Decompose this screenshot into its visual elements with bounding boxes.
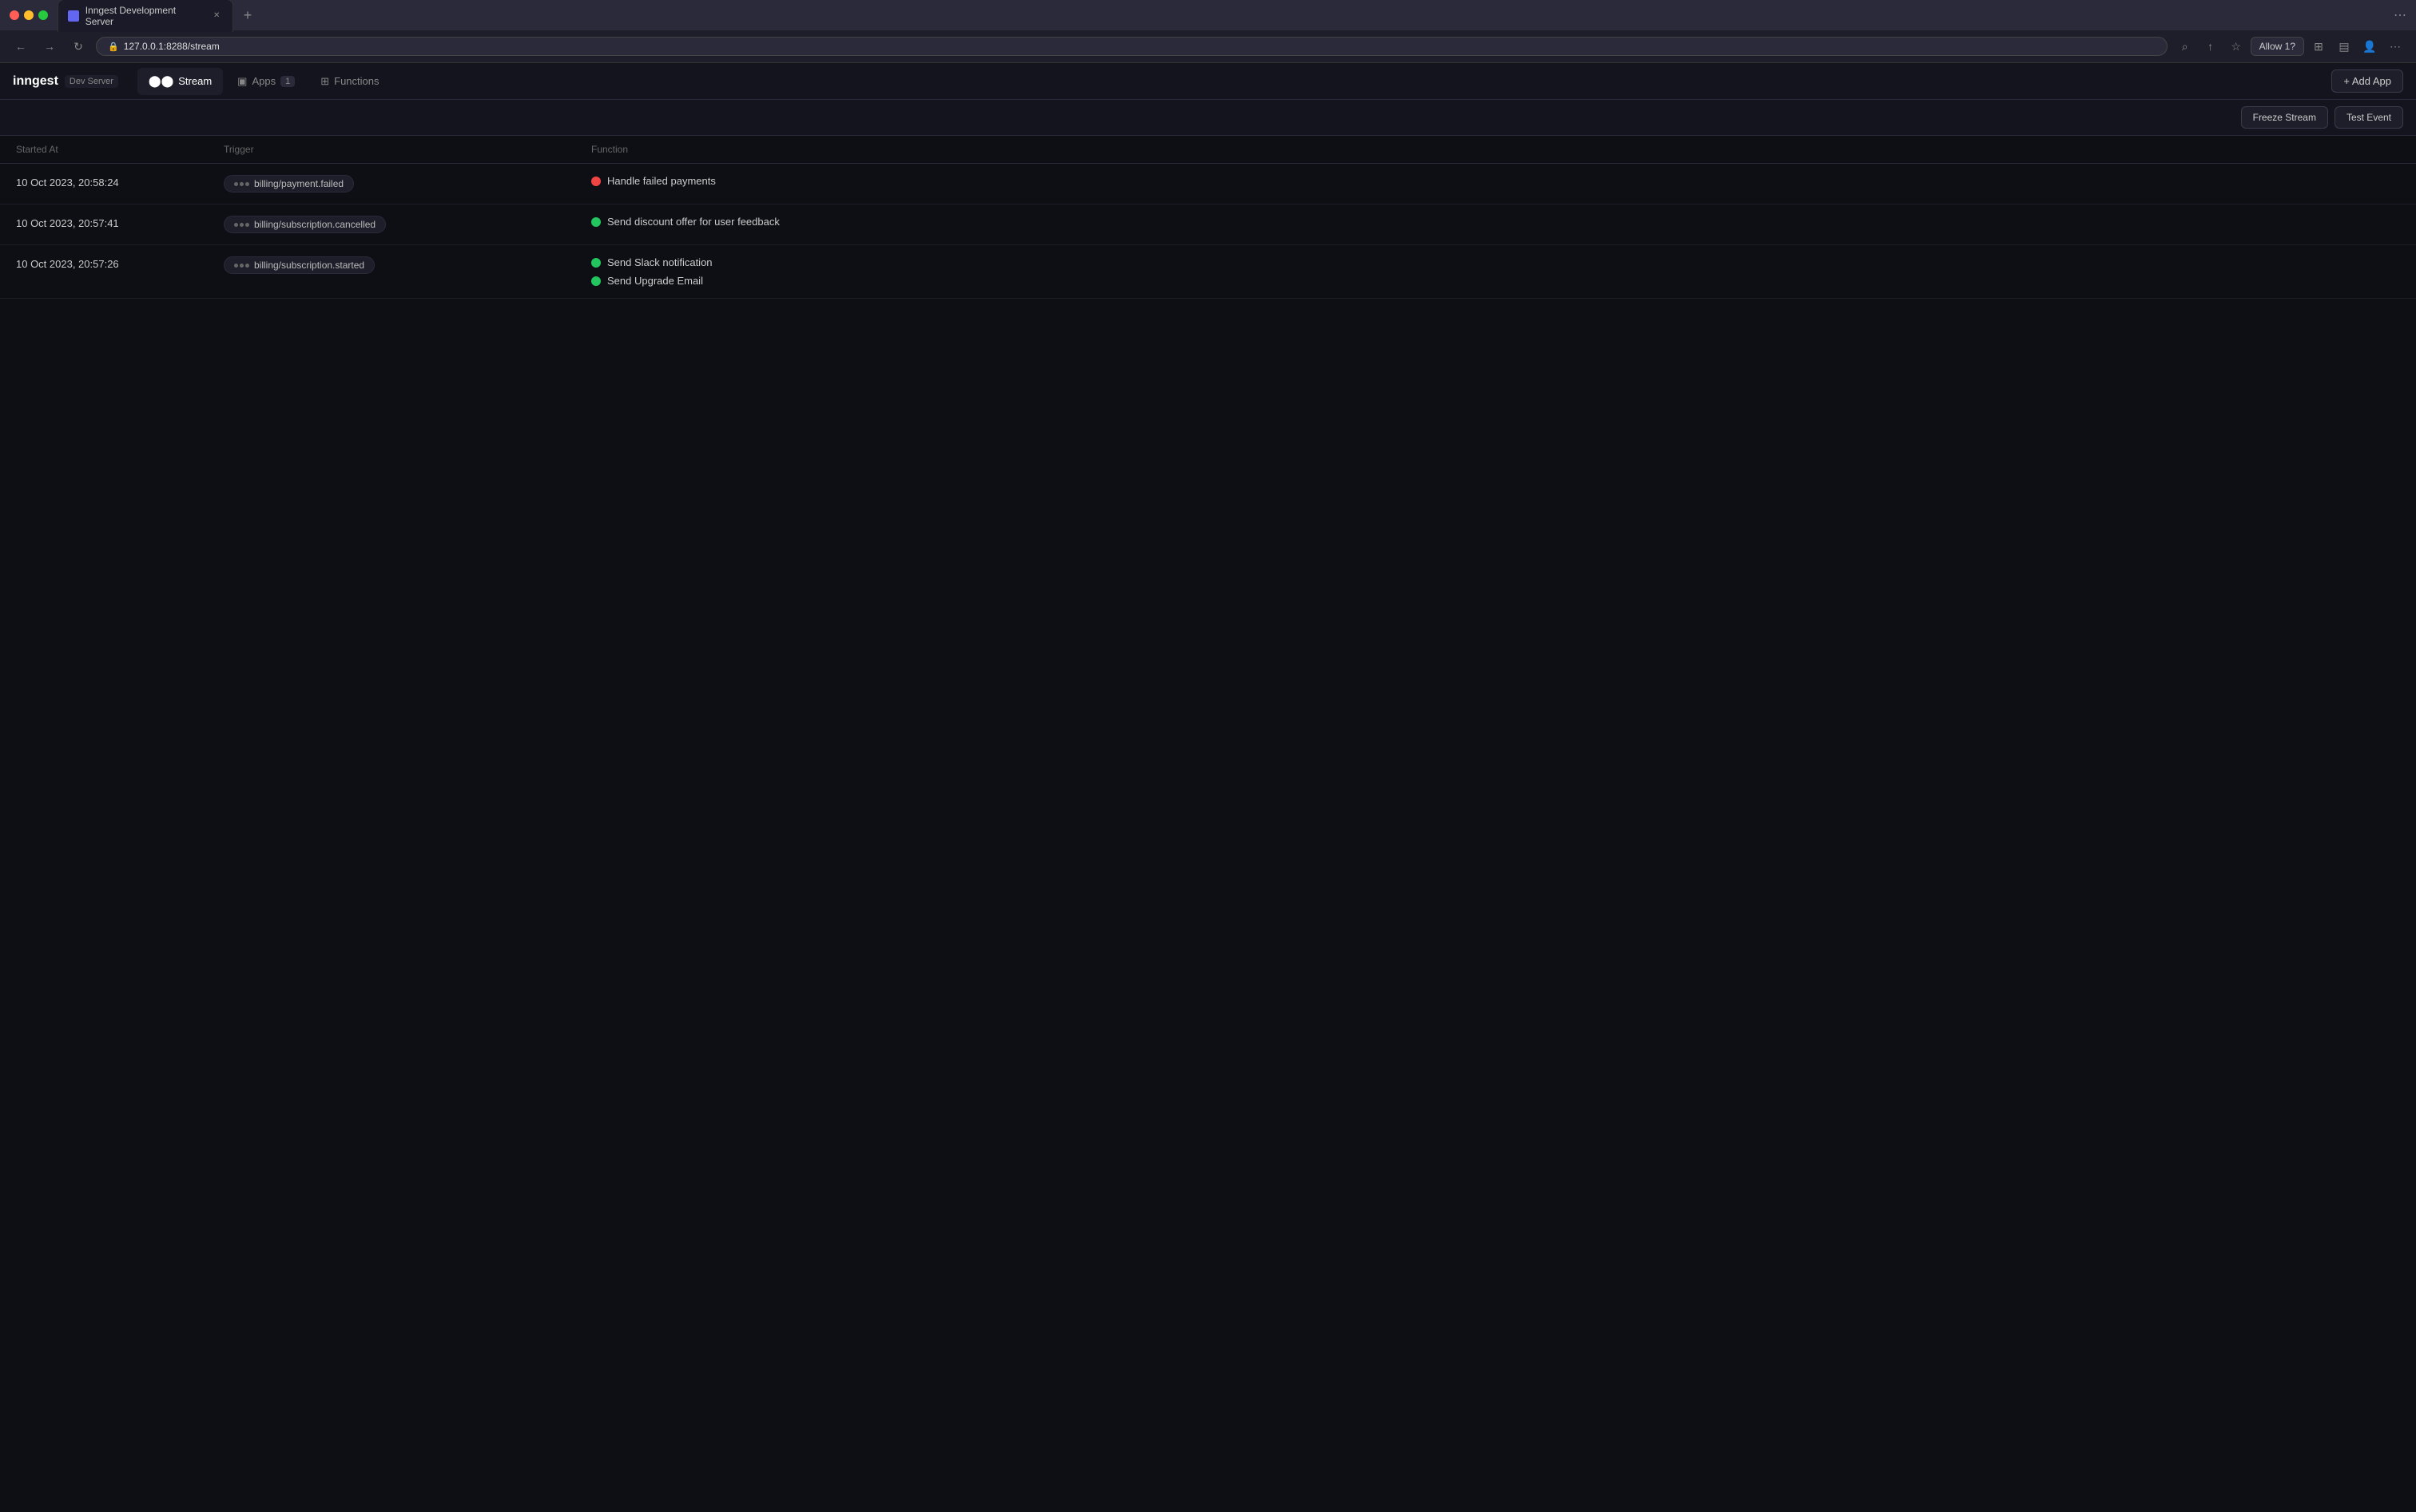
logo: inngest Dev Server <box>13 74 118 89</box>
apps-tab-label: Apps <box>252 75 276 87</box>
new-tab-button[interactable]: + <box>236 4 259 26</box>
apps-tab-badge: 1 <box>280 76 295 87</box>
maximize-traffic-light[interactable] <box>38 10 48 20</box>
address-bar[interactable]: 🔒 127.0.0.1:8288/stream <box>96 37 2168 56</box>
table-row[interactable]: 10 Oct 2023, 20:57:41 billing/subscripti… <box>0 204 2416 245</box>
trigger-label-1: billing/subscription.cancelled <box>254 219 376 230</box>
logo-text: inngest <box>13 74 58 89</box>
trigger-badge-0: billing/payment.failed <box>224 175 354 192</box>
header-actions: + Add App <box>2331 69 2403 93</box>
started-at-0: 10 Oct 2023, 20:58:24 <box>16 175 224 189</box>
url-text: 127.0.0.1:8288/stream <box>124 41 220 52</box>
browser-actions: ⌕ ↑ ☆ Allow 1? ⊞ ▤ 👤 ⋯ <box>2174 35 2406 58</box>
search-icon[interactable]: ⌕ <box>2174 35 2196 58</box>
table-header: Started At Trigger Function <box>0 136 2416 164</box>
table-row[interactable]: 10 Oct 2023, 20:58:24 billing/payment.fa… <box>0 164 2416 204</box>
trigger-badge-2: billing/subscription.started <box>224 256 375 274</box>
app-header: inngest Dev Server ⬤⬤ Stream ▣ Apps 1 ⊞ … <box>0 63 2416 100</box>
function-item: Handle failed payments <box>591 175 2400 187</box>
refresh-button[interactable]: ↻ <box>67 35 89 58</box>
trigger-label-0: billing/payment.failed <box>254 178 344 189</box>
status-dot-success <box>591 276 601 286</box>
tab-close-button[interactable]: ✕ <box>210 10 223 22</box>
stream-tab-icon: ⬤⬤ <box>149 74 173 88</box>
tab-title: Inngest Development Server <box>85 5 205 27</box>
freeze-stream-button[interactable]: Freeze Stream <box>2241 106 2328 129</box>
browser-nav: ← → ↻ 🔒 127.0.0.1:8288/stream ⌕ ↑ ☆ Allo… <box>0 30 2416 62</box>
browser-tabs: Inngest Development Server ✕ + <box>58 0 2394 32</box>
share-icon[interactable]: ↑ <box>2199 35 2222 58</box>
test-event-button[interactable]: Test Event <box>2335 106 2403 129</box>
function-label-0-0: Handle failed payments <box>607 175 716 187</box>
stream-tab-label: Stream <box>178 75 212 87</box>
trigger-badge-1: billing/subscription.cancelled <box>224 216 386 233</box>
toolbar: Freeze Stream Test Event <box>0 100 2416 136</box>
trigger-dots-icon <box>234 223 249 227</box>
function-item: Send Slack notification <box>591 256 2400 268</box>
trigger-dots-icon <box>234 264 249 268</box>
table-row[interactable]: 10 Oct 2023, 20:57:26 billing/subscripti… <box>0 245 2416 299</box>
functions-cell-1: Send discount offer for user feedback <box>591 216 2400 228</box>
col-function: Function <box>591 144 2400 155</box>
profile-icon[interactable]: 👤 <box>2358 35 2381 58</box>
col-trigger: Trigger <box>224 144 591 155</box>
function-label-2-0: Send Slack notification <box>607 256 713 268</box>
stream-table: Started At Trigger Function 10 Oct 2023,… <box>0 136 2416 299</box>
trigger-cell-2: billing/subscription.started <box>224 256 591 274</box>
forward-button[interactable]: → <box>38 35 61 58</box>
browser-titlebar: Inngest Development Server ✕ + ⋯ <box>0 0 2416 30</box>
function-item: Send Upgrade Email <box>591 275 2400 287</box>
minimize-traffic-light[interactable] <box>24 10 34 20</box>
status-dot-success <box>591 217 601 227</box>
allow-button[interactable]: Allow 1? <box>2251 37 2304 56</box>
lock-icon: 🔒 <box>108 42 119 52</box>
back-button[interactable]: ← <box>10 35 32 58</box>
started-at-1: 10 Oct 2023, 20:57:41 <box>16 216 224 229</box>
function-label-1-0: Send discount offer for user feedback <box>607 216 780 228</box>
col-started-at: Started At <box>16 144 224 155</box>
tab-functions[interactable]: ⊞ Functions <box>309 68 390 95</box>
browser-chrome: Inngest Development Server ✕ + ⋯ ← → ↻ 🔒… <box>0 0 2416 63</box>
trigger-label-2: billing/subscription.started <box>254 260 364 271</box>
dev-server-badge: Dev Server <box>65 75 118 88</box>
status-dot-error <box>591 177 601 186</box>
main-content: Started At Trigger Function 10 Oct 2023,… <box>0 136 2416 1512</box>
tab-stream[interactable]: ⬤⬤ Stream <box>137 68 223 95</box>
function-item: Send discount offer for user feedback <box>591 216 2400 228</box>
traffic-lights <box>10 10 48 20</box>
functions-tab-icon: ⊞ <box>320 75 329 88</box>
bookmark-icon[interactable]: ☆ <box>2225 35 2247 58</box>
trigger-dots-icon <box>234 182 249 186</box>
functions-tab-label: Functions <box>334 75 379 87</box>
sidebar-icon[interactable]: ▤ <box>2333 35 2355 58</box>
functions-cell-2: Send Slack notification Send Upgrade Ema… <box>591 256 2400 287</box>
started-at-2: 10 Oct 2023, 20:57:26 <box>16 256 224 270</box>
browser-tab[interactable]: Inngest Development Server ✕ <box>58 0 233 32</box>
menu-icon[interactable]: ⋯ <box>2384 35 2406 58</box>
tab-apps[interactable]: ▣ Apps 1 <box>226 68 306 95</box>
add-app-button[interactable]: + Add App <box>2331 69 2403 93</box>
apps-tab-icon: ▣ <box>237 75 247 88</box>
tab-favicon <box>68 10 79 22</box>
nav-tabs: ⬤⬤ Stream ▣ Apps 1 ⊞ Functions <box>137 68 2331 95</box>
window-controls: ⋯ <box>2394 7 2406 23</box>
extensions-icon[interactable]: ⊞ <box>2307 35 2330 58</box>
functions-cell-0: Handle failed payments <box>591 175 2400 187</box>
trigger-cell-1: billing/subscription.cancelled <box>224 216 591 233</box>
close-traffic-light[interactable] <box>10 10 19 20</box>
function-label-2-1: Send Upgrade Email <box>607 275 703 287</box>
trigger-cell-0: billing/payment.failed <box>224 175 591 192</box>
status-dot-success <box>591 258 601 268</box>
